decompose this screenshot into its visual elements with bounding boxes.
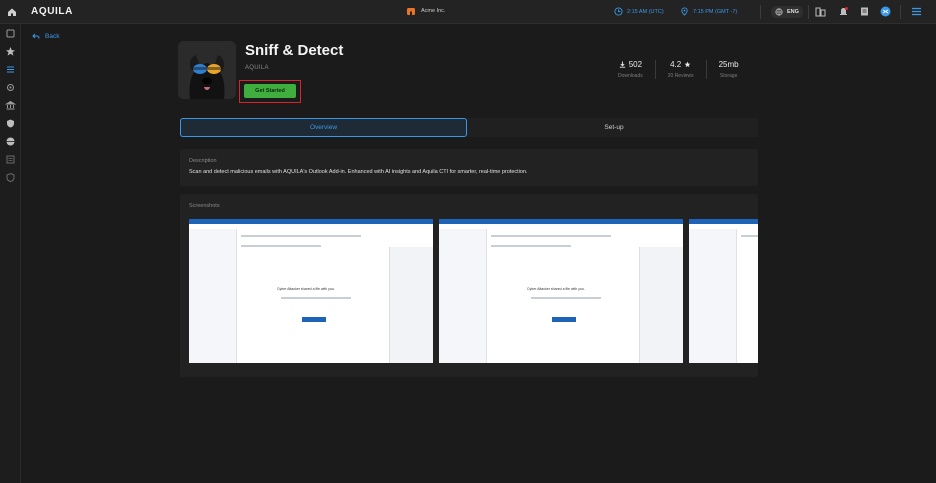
screenshot-thumbnail[interactable] [689, 219, 758, 363]
local-clock: 7:15 PM (GMT -7) [680, 7, 737, 16]
divider [900, 5, 901, 19]
product-tabs: Overview Set-up [180, 118, 758, 137]
thumbnail-caption: Cyber Attacker shared a file with you. [527, 287, 585, 291]
app-logo[interactable]: AQUILA [31, 6, 73, 17]
org-switcher[interactable]: Acme Inc. [406, 6, 445, 16]
product-stats: 502 Downloads 4.2 20 Reviews 25mb Storag… [606, 60, 739, 79]
product-image [178, 41, 236, 99]
description-section: Description Scan and detect malicious em… [180, 149, 758, 186]
location-pin-icon [681, 7, 688, 16]
download-icon [619, 61, 625, 68]
tab-setup[interactable]: Set-up [470, 118, 758, 137]
storage-value: 25mb [718, 60, 739, 69]
user-avatar-icon[interactable] [880, 6, 891, 17]
thumbnail-button [302, 317, 326, 322]
rating-stat: 4.2 20 Reviews [656, 60, 707, 79]
get-started-button[interactable]: Get Started [244, 84, 296, 98]
dog-with-goggles-image [178, 41, 236, 99]
clock-icon [614, 7, 623, 16]
downloads-label: Downloads [618, 73, 643, 79]
top-bar: AQUILA Acme Inc. 2:15 AM (UTC) 7:15 PM (… [0, 0, 936, 24]
thumbnail-titlebar [189, 219, 433, 224]
thumbnail-line [531, 297, 601, 299]
list-icon[interactable] [5, 154, 16, 165]
divider [760, 5, 761, 19]
thumbnail-side-pane [639, 247, 683, 363]
biohazard-icon[interactable] [5, 82, 16, 93]
product-vendor: AQUILA [245, 65, 269, 71]
screenshot-thumbnail[interactable]: Cyber Attacker shared a file with you. [189, 219, 433, 363]
thumbnail-line [491, 245, 571, 247]
thumbnail-line [241, 235, 361, 237]
home-icon[interactable] [6, 6, 18, 18]
tab-overview[interactable]: Overview [180, 118, 467, 137]
star-icon [684, 61, 691, 68]
org-name: Acme Inc. [421, 8, 446, 14]
thumbnail-sidebar [689, 229, 737, 363]
thumbnail-line [241, 245, 321, 247]
storage-stat: 25mb Storage [707, 60, 739, 79]
utc-time: 2:15 AM (UTC) [627, 8, 664, 15]
downloads-value: 502 [628, 60, 643, 69]
thumbnail-line [741, 235, 758, 237]
thumbnail-sidebar [439, 229, 487, 363]
thumbnail-caption: Cyber Attacker shared a file with you. [277, 287, 335, 291]
divider [808, 5, 809, 19]
screenshot-thumbnail[interactable]: Cyber Attacker shared a file with you. [439, 219, 683, 363]
thumbnail-titlebar [439, 219, 683, 224]
storage-label: Storage [719, 73, 738, 79]
thumbnail-line [281, 297, 351, 299]
description-text: Scan and detect malicious emails with AQ… [189, 169, 528, 175]
star-icon[interactable] [5, 46, 16, 57]
back-link[interactable]: Back [32, 33, 59, 40]
globe-icon [775, 8, 783, 16]
product-title: Sniff & Detect [245, 42, 344, 59]
reviews-label[interactable]: 20 Reviews [668, 73, 694, 79]
shield-outline-icon[interactable] [5, 172, 16, 183]
downloads-stat: 502 Downloads [606, 60, 656, 79]
back-label: Back [45, 33, 60, 40]
hamburger-menu-icon[interactable] [911, 6, 922, 17]
shield-icon[interactable] [5, 118, 16, 129]
thumbnail-button [552, 317, 576, 322]
dashboard-icon[interactable] [5, 28, 16, 39]
marketplace-icon[interactable] [5, 64, 16, 75]
document-icon[interactable] [859, 6, 870, 17]
thumbnail-titlebar [689, 219, 758, 224]
bell-icon[interactable] [838, 6, 849, 17]
local-time: 7:15 PM (GMT -7) [693, 8, 738, 15]
globe-icon[interactable] [5, 136, 16, 147]
utc-clock: 2:15 AM (UTC) [614, 7, 664, 16]
rating-value: 4.2 [670, 60, 682, 69]
building-icon [407, 8, 415, 15]
bank-icon[interactable] [5, 100, 16, 111]
language-label: ENG [787, 9, 799, 15]
thumbnail-side-pane [389, 247, 433, 363]
back-arrow-icon [32, 33, 40, 39]
screenshots-section: Screenshots Cyber Attacker shared a file… [180, 194, 758, 377]
thumbnail-sidebar [189, 229, 237, 363]
thumbnail-line [491, 235, 611, 237]
description-heading: Description [189, 158, 217, 164]
screenshots-heading: Screenshots [189, 203, 220, 209]
apps-icon[interactable] [815, 6, 826, 17]
left-nav-rail [0, 24, 21, 483]
language-selector[interactable]: ENG [771, 6, 803, 18]
